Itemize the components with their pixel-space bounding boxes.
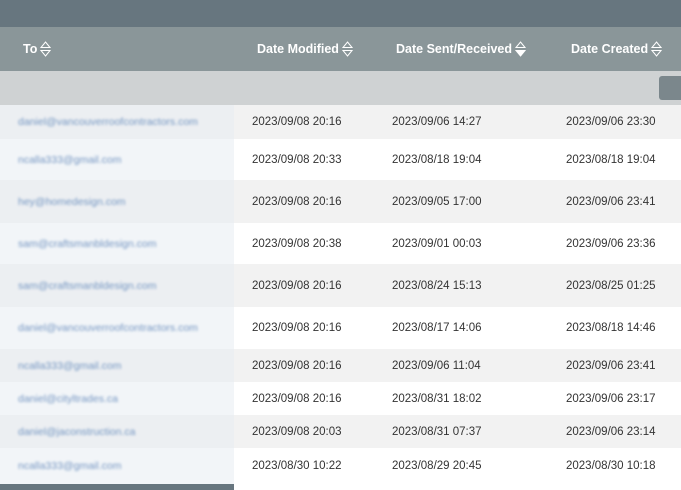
column-header-to-label: To [23, 42, 38, 56]
to-cell[interactable]: sam@craftsmanbldesign.com [18, 238, 156, 250]
date-created-cell: 2023/08/18 14:46 [566, 322, 656, 334]
date-sent-cell: 2023/09/06 11:04 [392, 359, 481, 372]
date-sent-cell: 2023/09/05 17:00 [392, 195, 482, 208]
date-modified-cell: 2023/09/08 20:33 [252, 153, 342, 166]
sort-icon[interactable] [651, 41, 663, 57]
date-sent-cell: 2023/09/01 00:03 [392, 237, 482, 250]
column-header-date-created[interactable]: Date Created [571, 27, 663, 71]
date-sent-cell: 2023/08/29 20:45 [392, 460, 482, 472]
column-header-date-sent-received[interactable]: Date Sent/Received [396, 27, 527, 71]
to-cell[interactable]: hey@homedesign.com [18, 196, 126, 208]
top-toolbar [0, 0, 681, 27]
to-cell[interactable]: daniel@cityltrades.ca [18, 393, 118, 405]
date-modified-cell: 2023/09/08 20:16 [252, 392, 342, 405]
table-header: To Date Modified Date Sent/Received Date… [0, 27, 681, 71]
date-sent-cell: 2023/08/17 14:06 [392, 322, 482, 334]
date-modified-cell: 2023/09/08 20:16 [252, 116, 342, 128]
filter-button[interactable] [659, 76, 681, 100]
table-row[interactable]: daniel@jaconstruction.ca 2023/09/08 20:0… [0, 415, 681, 448]
bottom-bar-gap [234, 484, 681, 490]
date-created-cell: 2023/09/06 23:14 [566, 425, 656, 438]
date-modified-cell: 2023/09/08 20:16 [252, 195, 342, 208]
to-cell[interactable]: sam@craftsmanbldesign.com [18, 280, 156, 292]
column-header-date-modified[interactable]: Date Modified [257, 27, 353, 71]
date-modified-cell: 2023/09/08 20:03 [252, 425, 342, 438]
to-cell[interactable]: ncalla333@gmail.com [18, 460, 121, 472]
date-created-cell: 2023/09/06 23:41 [566, 359, 656, 372]
date-modified-cell: 2023/09/08 20:16 [252, 279, 342, 292]
table-row[interactable]: daniel@vancouverroofcontractors.com 2023… [0, 307, 681, 349]
date-created-cell: 2023/09/06 23:36 [566, 237, 656, 250]
sort-icon[interactable] [40, 41, 52, 57]
table-row[interactable]: sam@craftsmanbldesign.com 2023/09/08 20:… [0, 264, 681, 307]
sort-icon[interactable] [341, 41, 353, 57]
column-header-to[interactable]: To [23, 27, 52, 71]
to-cell[interactable]: daniel@vancouverroofcontractors.com [18, 116, 198, 128]
date-created-cell: 2023/09/06 23:41 [566, 195, 656, 208]
date-sent-cell: 2023/08/18 19:04 [392, 153, 482, 166]
table-row[interactable]: daniel@vancouverroofcontractors.com 2023… [0, 105, 681, 139]
to-cell[interactable]: ncalla333@gmail.com [18, 154, 121, 166]
sort-descending-icon[interactable] [515, 41, 527, 57]
date-modified-cell: 2023/09/08 20:16 [252, 322, 342, 334]
column-header-date-modified-label: Date Modified [257, 42, 339, 56]
date-created-cell: 2023/08/18 19:04 [566, 153, 656, 166]
table-row[interactable]: ncalla333@gmail.com 2023/08/30 10:22 202… [0, 448, 681, 484]
to-cell[interactable]: daniel@jaconstruction.ca [18, 426, 135, 438]
table-row[interactable]: daniel@cityltrades.ca 2023/09/08 20:16 2… [0, 382, 681, 415]
column-header-date-created-label: Date Created [571, 42, 649, 56]
to-cell[interactable]: daniel@vancouverroofcontractors.com [18, 322, 198, 334]
date-modified-cell: 2023/08/30 10:22 [252, 460, 342, 472]
date-modified-cell: 2023/09/08 20:38 [252, 237, 342, 250]
table-row[interactable]: hey@homedesign.com 2023/09/08 20:16 2023… [0, 180, 681, 223]
date-sent-cell: 2023/09/06 14:27 [392, 116, 482, 128]
table-row[interactable]: ncalla333@gmail.com 2023/09/08 20:33 202… [0, 139, 681, 180]
table-row[interactable]: sam@craftsmanbldesign.com 2023/09/08 20:… [0, 223, 681, 264]
date-created-cell: 2023/08/25 01:25 [566, 279, 656, 292]
column-header-date-sent-received-label: Date Sent/Received [396, 42, 513, 56]
date-modified-cell: 2023/09/08 20:16 [252, 359, 342, 372]
date-created-cell: 2023/09/06 23:30 [566, 116, 656, 128]
date-created-cell: 2023/09/06 23:17 [566, 392, 656, 405]
date-created-cell: 2023/08/30 10:18 [566, 460, 656, 472]
table-row[interactable]: ncalla333@gmail.com 2023/09/08 20:16 202… [0, 349, 681, 382]
filter-row [0, 71, 681, 105]
date-sent-cell: 2023/08/31 07:37 [392, 425, 482, 438]
date-sent-cell: 2023/08/31 18:02 [392, 392, 482, 405]
date-sent-cell: 2023/08/24 15:13 [392, 279, 482, 292]
to-cell[interactable]: ncalla333@gmail.com [18, 360, 121, 372]
